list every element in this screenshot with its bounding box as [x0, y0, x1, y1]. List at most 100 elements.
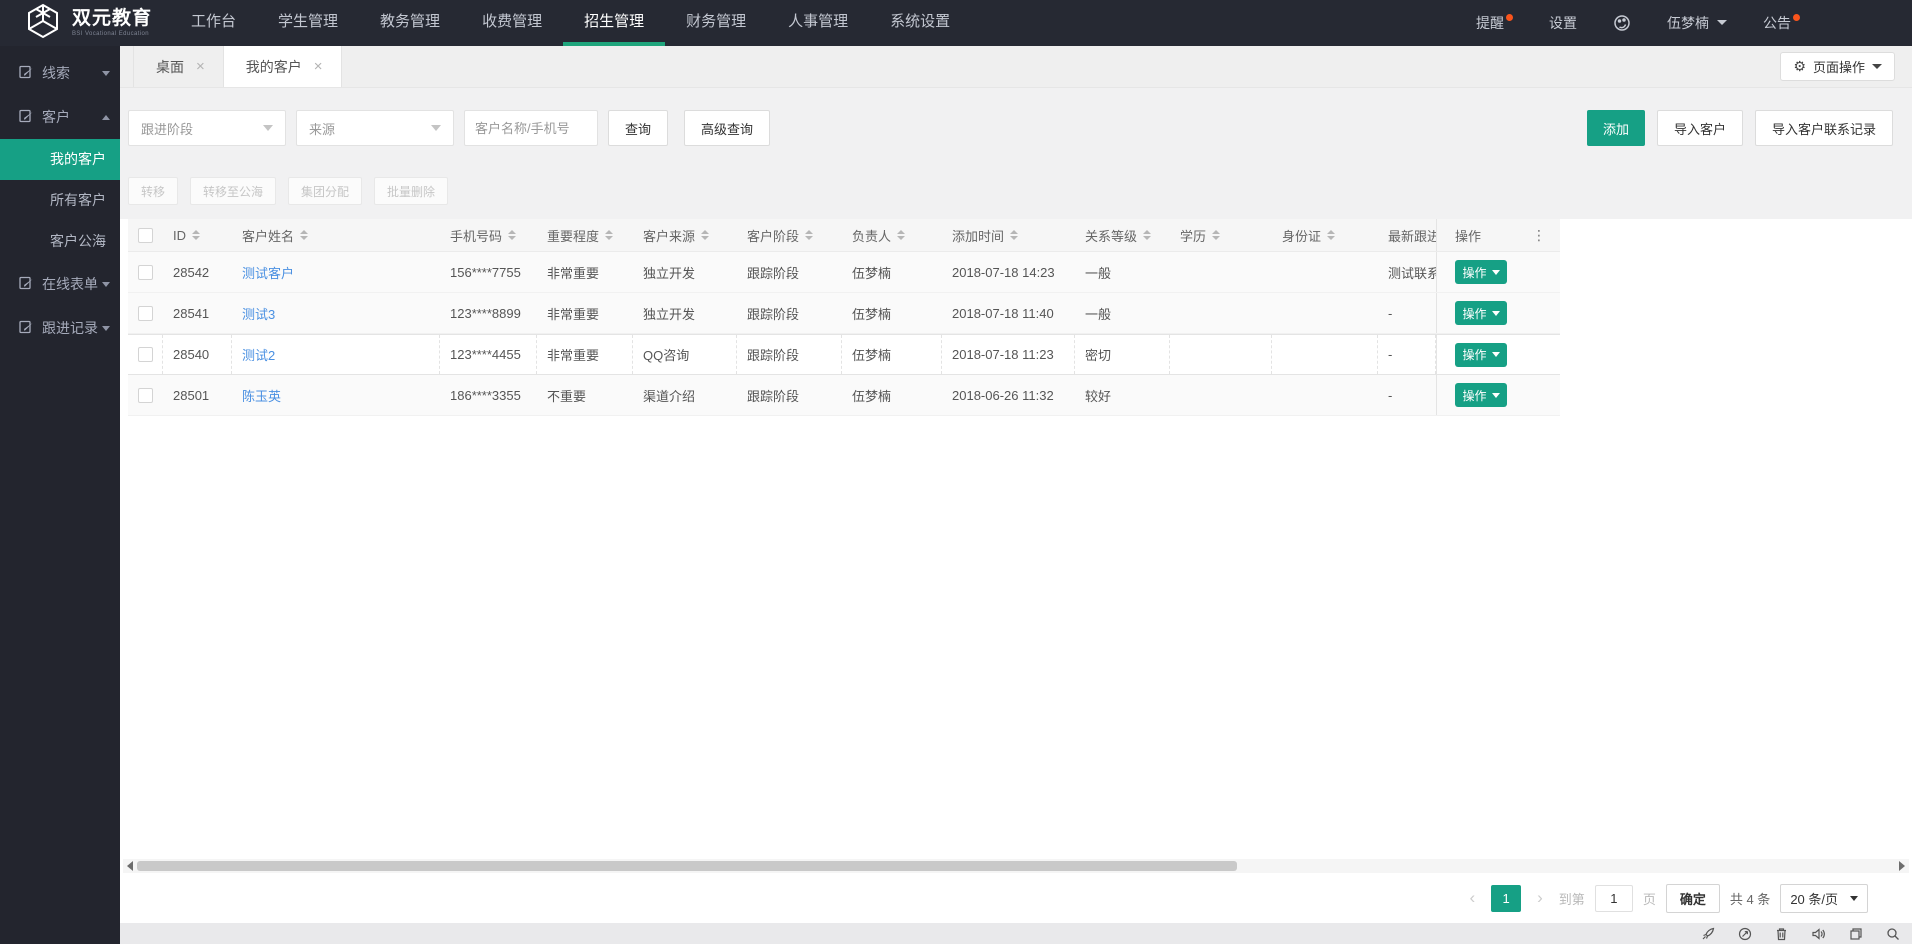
sort-icon[interactable] — [897, 230, 906, 240]
sort-icon[interactable] — [1327, 230, 1336, 240]
sort-icon[interactable] — [805, 230, 814, 240]
goto-page-input[interactable] — [1594, 884, 1633, 912]
header-cell-客户阶段[interactable]: 客户阶段 — [737, 219, 842, 251]
horizontal-scrollbar[interactable] — [123, 859, 1909, 873]
add-button[interactable]: 添加 — [1586, 110, 1645, 146]
import-customer-button[interactable]: 导入客户 — [1656, 110, 1743, 146]
next-page-button[interactable]: › — [1531, 888, 1549, 908]
header-cell-添加时间[interactable]: 添加时间 — [942, 219, 1075, 251]
remind-link[interactable]: 提醒 — [1476, 13, 1513, 33]
sidebar-subitem-我的客户[interactable]: 我的客户 — [0, 139, 120, 180]
header-cell-checkbox — [128, 219, 163, 251]
bulk-action-转移[interactable]: 转移 — [128, 177, 179, 205]
user-menu[interactable]: 伍梦楠 — [1667, 13, 1727, 33]
row-action-button[interactable]: 操作 — [1455, 301, 1507, 325]
header-cell-ID[interactable]: ID — [163, 219, 232, 251]
customer-name-link[interactable]: 陈玉英 — [242, 386, 281, 405]
sort-icon[interactable] — [1010, 230, 1019, 240]
search-button[interactable]: 查询 — [608, 110, 669, 146]
nav-item-工作台[interactable]: 工作台 — [170, 0, 257, 46]
goto-confirm-button[interactable]: 确定 — [1665, 883, 1720, 913]
keyword-input[interactable] — [464, 110, 598, 146]
sort-icon[interactable] — [605, 230, 614, 240]
prev-page-button[interactable]: ‹ — [1463, 888, 1481, 908]
header-cell-手机号码[interactable]: 手机号码 — [440, 219, 537, 251]
bulk-action-转移至公海[interactable]: 转移至公海 — [190, 177, 277, 205]
select-all-checkbox[interactable] — [138, 227, 153, 243]
header-cell-负责人[interactable]: 负责人 — [842, 219, 942, 251]
page-size-select[interactable]: 20 条/页 — [1780, 883, 1868, 913]
current-page-button[interactable]: 1 — [1491, 884, 1522, 912]
sidebar-subitem-客户公海[interactable]: 客户公海 — [0, 221, 120, 262]
sort-icon[interactable] — [1212, 230, 1221, 240]
header-cell-客户来源[interactable]: 客户来源 — [633, 219, 737, 251]
header-cell-客户姓名[interactable]: 客户姓名 — [232, 219, 440, 251]
header-cell-关系等级[interactable]: 关系等级 — [1075, 219, 1170, 251]
row-checkbox[interactable] — [138, 387, 153, 403]
sort-icon[interactable] — [192, 230, 200, 240]
sort-icon[interactable] — [701, 230, 710, 240]
header-cell-学历[interactable]: 学历 — [1170, 219, 1272, 251]
customer-name-link[interactable]: 测试3 — [242, 304, 275, 323]
tab-我的客户[interactable]: 我的客户 × — [223, 46, 342, 87]
nav-item-教务管理[interactable]: 教务管理 — [359, 0, 461, 46]
rocket-icon[interactable] — [1701, 927, 1715, 941]
sort-icon[interactable] — [300, 230, 309, 240]
customer-name-link[interactable]: 测试2 — [242, 345, 275, 364]
settings-link[interactable]: 设置 — [1549, 13, 1577, 33]
nav-item-招生管理[interactable]: 招生管理 — [563, 0, 666, 46]
scrollbar-thumb[interactable] — [137, 861, 1237, 871]
chevron-down-icon — [1491, 310, 1500, 316]
row-checkbox[interactable] — [138, 305, 153, 321]
row-cell-checkbox — [128, 293, 163, 333]
row-cell-id_card — [1272, 335, 1378, 374]
window-icon[interactable] — [1849, 927, 1863, 941]
speaker-icon[interactable] — [1811, 927, 1826, 941]
theme-icon[interactable] — [1613, 14, 1631, 32]
sidebar-item-客户[interactable]: 客户 — [0, 95, 120, 139]
history-icon[interactable] — [1738, 927, 1752, 941]
tab-桌面[interactable]: 桌面 × — [133, 46, 224, 87]
sidebar-item-跟进记录[interactable]: 跟进记录 — [0, 306, 120, 350]
nav-item-系统设置[interactable]: 系统设置 — [869, 0, 971, 46]
sort-icon[interactable] — [1143, 230, 1152, 240]
customer-name-link[interactable]: 测试客户 — [242, 263, 294, 282]
nav-item-财务管理[interactable]: 财务管理 — [665, 0, 767, 46]
sidebar-subitem-所有客户[interactable]: 所有客户 — [0, 180, 120, 221]
row-cell-id_card — [1272, 252, 1378, 292]
row-action-button[interactable]: 操作 — [1455, 260, 1507, 284]
import-contact-record-button[interactable]: 导入客户联系记录 — [1754, 110, 1893, 146]
column-settings-icon[interactable]: ⋮ — [1532, 228, 1546, 242]
header-cell-操作[interactable]: 操作 — [1436, 219, 1520, 251]
sort-icon[interactable] — [508, 230, 517, 240]
row-checkbox[interactable] — [137, 347, 153, 362]
search-icon[interactable] — [1886, 927, 1900, 941]
row-checkbox[interactable] — [138, 264, 153, 280]
nav-item-人事管理[interactable]: 人事管理 — [767, 0, 869, 46]
scroll-right-arrow-icon[interactable] — [1899, 861, 1905, 871]
close-icon[interactable]: × — [196, 59, 205, 74]
table-row: 28542 测试客户 156****7755 非常重要 独立开发 跟踪阶段 伍梦楠 2018-… — [128, 252, 1560, 293]
row-cell-stage: 跟踪阶段 — [737, 335, 842, 374]
header-cell-重要程度[interactable]: 重要程度 — [537, 219, 633, 251]
row-action-button[interactable]: 操作 — [1455, 383, 1507, 407]
header-cell-身份证[interactable]: 身份证 — [1272, 219, 1378, 251]
advanced-search-button[interactable]: 高级查询 — [684, 110, 771, 146]
row-cell-importance: 非常重要 — [547, 265, 600, 281]
nav-item-学生管理[interactable]: 学生管理 — [257, 0, 359, 46]
follow-stage-select[interactable]: 跟进阶段 — [128, 110, 286, 146]
header-cell-最新跟进记[interactable]: 最新跟进记 — [1378, 219, 1436, 251]
source-select[interactable]: 来源 — [296, 110, 454, 146]
nav-item-收费管理[interactable]: 收费管理 — [461, 0, 563, 46]
sidebar-item-线索[interactable]: 线索 — [0, 51, 120, 95]
close-icon[interactable]: × — [314, 59, 323, 74]
notice-link[interactable]: 公告 — [1763, 13, 1800, 33]
page-actions-button[interactable]: ⚙ 页面操作 — [1780, 52, 1895, 81]
bulk-action-批量删除[interactable]: 批量删除 — [374, 177, 449, 205]
sidebar-item-在线表单[interactable]: 在线表单 — [0, 262, 120, 306]
bulk-action-集团分配[interactable]: 集团分配 — [288, 177, 363, 205]
scroll-left-arrow-icon[interactable] — [127, 861, 133, 871]
trash-icon[interactable] — [1775, 927, 1788, 941]
column-label: 手机号码 — [450, 228, 503, 244]
row-action-button[interactable]: 操作 — [1455, 342, 1507, 367]
